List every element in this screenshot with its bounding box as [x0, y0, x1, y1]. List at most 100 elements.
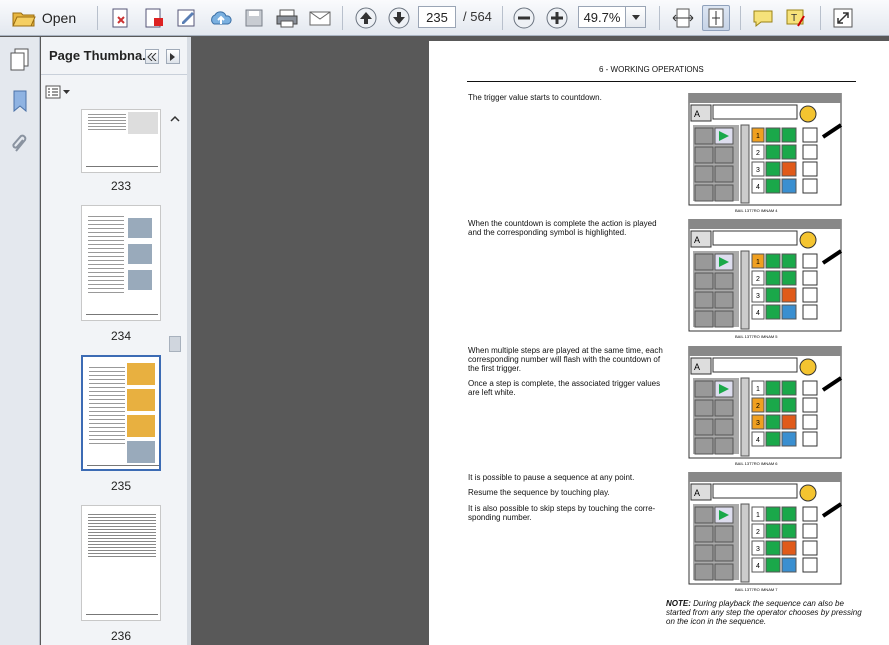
trigger-value [802, 380, 818, 396]
header-rule [467, 81, 856, 82]
paragraph: Once a step is complete, the associated … [468, 379, 661, 397]
action-symbol [765, 144, 781, 160]
bookmarks-tab[interactable] [6, 87, 34, 115]
side-button [694, 272, 714, 290]
action-symbol [781, 287, 797, 303]
action-symbol [765, 380, 781, 396]
page-down-icon [388, 7, 410, 29]
step-number-label: 3 [756, 546, 760, 553]
chevron-right-icon [170, 52, 175, 61]
thumbnail-page[interactable] [81, 109, 161, 173]
options-menu-icon [45, 85, 70, 99]
open-button[interactable]: Open [6, 5, 82, 31]
zoom-input[interactable]: 49.7% [578, 6, 626, 28]
zoom-out-button[interactable] [511, 5, 537, 31]
name-field [712, 230, 798, 246]
section-header: 6 - WORKING OPERATIONS [599, 65, 704, 74]
action-symbol [781, 144, 797, 160]
paragraph: The trigger value starts to countdown. [468, 93, 602, 102]
step-number-label: 1 [756, 133, 760, 140]
comment-icon [753, 10, 773, 28]
trigger-value [802, 557, 818, 573]
action-symbol [765, 506, 781, 522]
side-button [714, 563, 734, 581]
a-b-label: A [694, 362, 700, 372]
thumbnail-page[interactable] [81, 205, 161, 321]
figure-caption: BAIL 13T7RO IMNAM 5 [735, 334, 778, 339]
side-button [694, 165, 714, 183]
create-pdf-button[interactable] [108, 5, 134, 31]
thumbnail-label: 235 [110, 479, 132, 493]
thumbnail-scrollbar[interactable] [167, 109, 183, 645]
thumbnails-panel: Page Thumbna... 233 234 235 236 [41, 37, 187, 645]
step-number-label: 2 [756, 403, 760, 410]
side-button [714, 525, 734, 543]
trigger-value [802, 178, 818, 194]
highlight-button[interactable]: T [782, 5, 810, 31]
edit-pdf-button[interactable] [141, 5, 167, 31]
go-icon [799, 105, 817, 123]
next-page-button[interactable] [386, 5, 412, 31]
side-button [714, 399, 734, 417]
figure-caption: BAIL 13T7RO IMNAM 7 [735, 587, 778, 592]
side-button [694, 437, 714, 455]
zoom-dropdown[interactable] [626, 6, 646, 28]
thumbnail-page-current[interactable] [81, 355, 161, 471]
thumbnail-page[interactable] [81, 505, 161, 621]
highlight-icon: T [786, 9, 805, 27]
control-panel-illustration: A 1 2 3 4 BAIL 13T7RO IMNAM 7 [688, 471, 843, 592]
panel-options-button[interactable] [45, 83, 73, 101]
email-button[interactable] [306, 5, 334, 31]
step-scrollbar [740, 124, 750, 204]
thumbnail-list: 233 234 235 236 [41, 109, 167, 645]
action-symbol [765, 523, 781, 539]
collapse-panel-button[interactable] [145, 49, 159, 64]
page-number-input[interactable]: 235 [418, 6, 456, 28]
trigger-value [802, 161, 818, 177]
thumbnail-label: 236 [110, 629, 132, 643]
action-symbol [765, 253, 781, 269]
figure-caption: BAIL 13T7RO IMNAM 4 [735, 208, 778, 213]
paragraph: Resume the sequence by touching play. [468, 488, 610, 497]
screen-figure: A 1 2 3 4 BAIL 13T7RO IMNAM 5 [665, 218, 844, 339]
print-button[interactable] [273, 5, 301, 31]
side-button [694, 184, 714, 202]
zoom-in-icon [546, 7, 568, 29]
fit-page-button[interactable] [702, 5, 730, 31]
side-button [714, 437, 734, 455]
screen-figure: A 1 2 3 4 BAIL 13T7RO IMNAM 7 [665, 471, 844, 592]
zoom-in-button[interactable] [544, 5, 570, 31]
side-button [714, 272, 734, 290]
panel-title-bar [689, 93, 841, 103]
fit-width-button[interactable] [669, 5, 697, 31]
scroll-up-icon[interactable] [167, 113, 183, 125]
comment-button[interactable] [749, 5, 777, 31]
action-symbol [781, 506, 797, 522]
attachments-tab[interactable] [6, 129, 34, 157]
panel-splitter[interactable] [187, 37, 191, 645]
paragraph: It is also possible to skip steps by tou… [468, 504, 656, 522]
page-total: / 564 [463, 9, 492, 24]
step-number-label: 4 [756, 437, 760, 444]
page-thumbnails-tab[interactable] [6, 45, 34, 73]
a-b-label: A [694, 488, 700, 498]
scrollbar-thumb[interactable] [169, 336, 181, 352]
side-button [714, 291, 734, 309]
control-panel-illustration: A 1 2 3 4 BAIL 13T7RO IMNAM 6 [688, 345, 843, 466]
step-number-label: 2 [756, 529, 760, 536]
side-button [694, 146, 714, 164]
control-panel-illustration: A 1 2 3 4 BAIL 13T7RO IMNAM 4 [688, 92, 843, 213]
save-button[interactable] [242, 5, 266, 31]
action-symbol [765, 287, 781, 303]
sign-button[interactable] [174, 5, 200, 31]
expand-panel-button[interactable] [166, 49, 180, 64]
edit-pdf-icon [145, 8, 163, 28]
name-field [712, 357, 798, 373]
step-number-label: 1 [756, 386, 760, 393]
note-label: NOTE: [666, 599, 691, 608]
previous-page-button[interactable] [353, 5, 379, 31]
upload-button[interactable] [207, 5, 235, 31]
fullscreen-button[interactable] [830, 5, 856, 31]
step-scrollbar [740, 377, 750, 457]
trigger-value [802, 144, 818, 160]
